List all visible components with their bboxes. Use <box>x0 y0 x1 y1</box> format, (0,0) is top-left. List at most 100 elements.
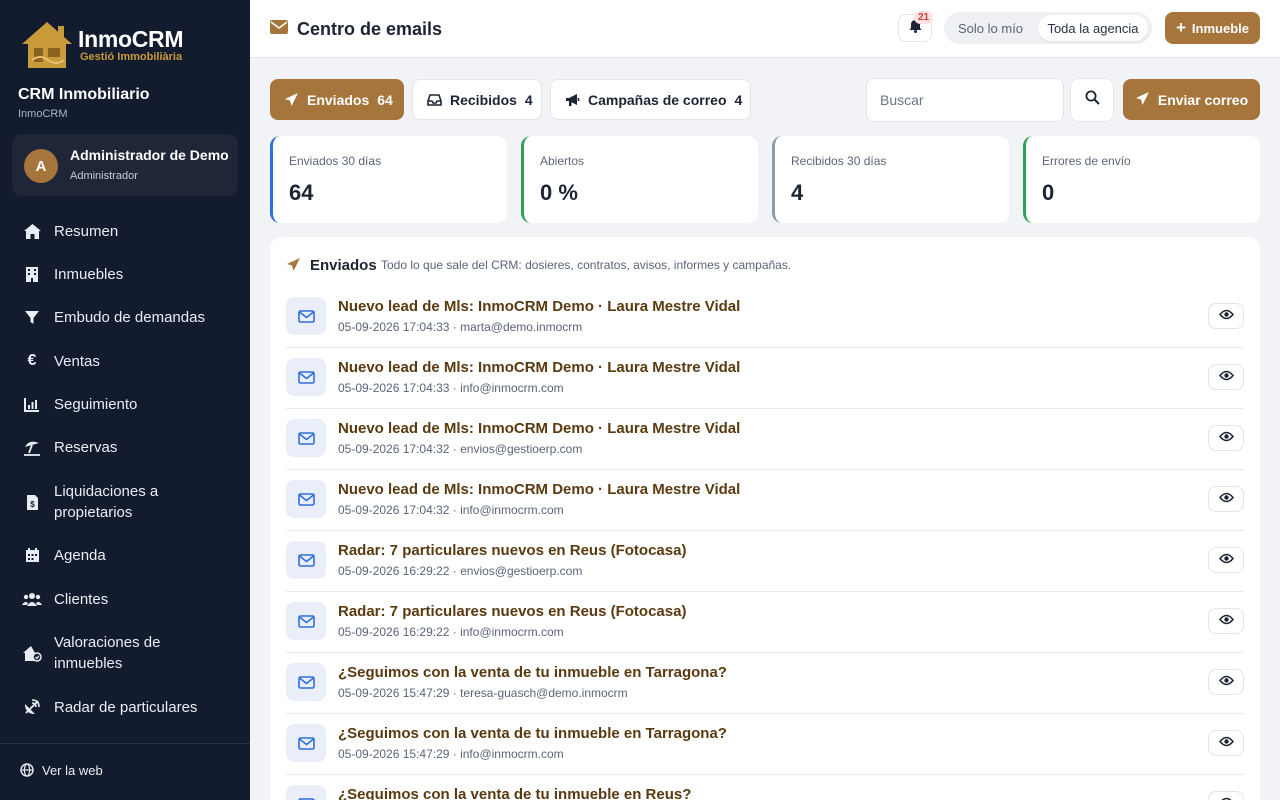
email-subject[interactable]: Radar: 7 particulares nuevos en Reus (Fo… <box>338 542 686 559</box>
sidebar-item-ventas[interactable]: € Ventas <box>0 350 250 372</box>
email-row[interactable]: Nuevo lead de Mls: InmoCRM Demo · Laura … <box>286 470 1244 531</box>
view-email-button[interactable] <box>1208 547 1244 573</box>
crm-subtitle: InmoCRM <box>18 108 68 120</box>
email-subject[interactable]: Nuevo lead de Mls: InmoCRM Demo · Laura … <box>338 420 740 437</box>
tab-label: Enviados <box>307 91 370 108</box>
email-subject[interactable]: ¿Seguimos con la venta de tu inmueble en… <box>338 786 691 800</box>
view-email-button[interactable] <box>1208 425 1244 451</box>
sidebar-item-agenda[interactable]: Agenda <box>0 544 250 566</box>
stat-value: 0 % <box>540 180 578 205</box>
sidebar-item-valoraciones[interactable]: Valoraciones de inmuebles <box>0 631 250 675</box>
sidebar-item-label: Inmuebles <box>54 265 124 283</box>
view-email-button[interactable] <box>1208 791 1244 800</box>
email-subject[interactable]: Radar: 7 particulares nuevos en Reus (Fo… <box>338 603 686 620</box>
user-name: Administrador de Demo <box>70 147 229 163</box>
globe-icon <box>20 763 34 782</box>
view-email-button[interactable] <box>1208 730 1244 756</box>
envelope-icon <box>286 480 326 518</box>
email-row[interactable]: Nuevo lead de Mls: InmoCRM Demo · Laura … <box>286 409 1244 470</box>
view-email-button[interactable] <box>1208 303 1244 329</box>
sidebar-item-label: Ventas <box>54 352 100 370</box>
brand-logo[interactable]: InmoCRM Gestió Immobiliària <box>18 18 184 72</box>
scope-option-agency[interactable]: Toda la agencia <box>1038 15 1148 41</box>
sidebar-item-liquidaciones[interactable]: $ Liquidaciones a propietarios <box>0 480 250 524</box>
invoice-icon: $ <box>22 492 42 512</box>
view-email-button[interactable] <box>1208 364 1244 390</box>
view-email-button[interactable] <box>1208 608 1244 634</box>
email-row[interactable]: Nuevo lead de Mls: InmoCRM Demo · Laura … <box>286 348 1244 409</box>
tab-count: 4 <box>524 91 533 108</box>
search-button[interactable] <box>1070 78 1114 122</box>
scope-toggle: Solo lo mío Toda la agencia <box>944 12 1152 44</box>
brand-tagline: Gestió Immobiliària <box>80 51 183 63</box>
email-row[interactable]: Radar: 7 particulares nuevos en Reus (Fo… <box>286 531 1244 592</box>
tab-campanas[interactable]: Campañas de correo 4 <box>550 79 751 120</box>
eye-icon <box>1218 673 1234 691</box>
stat-value: 4 <box>791 180 804 205</box>
building-icon <box>22 264 42 284</box>
satellite-icon <box>22 697 42 717</box>
email-meta: 05-09-2026 16:29:22 · info@inmocrm.com <box>338 625 564 639</box>
paper-plane-icon <box>286 257 301 277</box>
envelope-icon <box>286 602 326 640</box>
page-title: Centro de emails <box>297 19 443 39</box>
sidebar: InmoCRM Gestió Immobiliària CRM Inmobili… <box>0 0 250 800</box>
envelope-icon <box>286 297 326 335</box>
email-meta: 05-09-2026 17:04:32 · info@inmocrm.com <box>338 503 564 517</box>
view-email-button[interactable] <box>1208 486 1244 512</box>
email-subject[interactable]: ¿Seguimos con la venta de tu inmueble en… <box>338 664 727 681</box>
sidebar-item-radar[interactable]: Radar de particulares <box>0 696 250 718</box>
search-input[interactable] <box>866 78 1064 122</box>
sidebar-item-reservas[interactable]: Reservas <box>0 436 250 458</box>
paper-plane-icon <box>1135 91 1150 109</box>
sidebar-footer-link[interactable]: Ver la web <box>0 743 250 778</box>
umbrella-icon <box>22 437 42 457</box>
email-meta: 05-09-2026 17:04:32 · envios@gestioerp.c… <box>338 442 583 456</box>
house-value-icon <box>22 643 42 663</box>
chart-icon <box>22 394 42 414</box>
sidebar-item-label: Embudo de demandas <box>54 308 205 326</box>
email-row[interactable]: ¿Seguimos con la venta de tu inmueble en… <box>286 653 1244 714</box>
email-subject[interactable]: Nuevo lead de Mls: InmoCRM Demo · Laura … <box>338 481 740 498</box>
email-row[interactable]: ¿Seguimos con la venta de tu inmueble en… <box>286 775 1244 800</box>
plus-icon: + <box>1175 18 1186 37</box>
scope-option-mine[interactable]: Solo lo mío <box>958 21 1023 36</box>
stat-label: Errores de envío <box>1042 154 1131 168</box>
tab-count: 64 <box>377 91 393 108</box>
email-subject[interactable]: Nuevo lead de Mls: InmoCRM Demo · Laura … <box>338 359 740 376</box>
email-row[interactable]: Nuevo lead de Mls: InmoCRM Demo · Laura … <box>286 287 1244 348</box>
eye-icon <box>1218 307 1234 325</box>
sidebar-item-inmuebles[interactable]: Inmuebles <box>0 263 250 285</box>
sidebar-item-clientes[interactable]: Clientes <box>0 588 250 610</box>
envelope-icon <box>270 20 288 39</box>
sidebar-item-embudo[interactable]: Embudo de demandas <box>0 306 250 328</box>
add-inmueble-button[interactable]: + Inmueble <box>1165 12 1260 44</box>
email-subject[interactable]: ¿Seguimos con la venta de tu inmueble en… <box>338 725 727 742</box>
tab-enviados[interactable]: Enviados 64 <box>270 79 404 120</box>
view-email-button[interactable] <box>1208 669 1244 695</box>
stat-label: Recibidos 30 días <box>791 154 887 168</box>
envelope-icon <box>286 785 326 800</box>
email-row[interactable]: ¿Seguimos con la venta de tu inmueble en… <box>286 714 1244 775</box>
user-role: Administrador <box>70 170 138 182</box>
send-email-button[interactable]: Enviar correo <box>1123 79 1260 120</box>
stat-card-sent: Enviados 30 días 64 <box>270 136 507 223</box>
crm-title: CRM Inmobiliario <box>18 86 150 103</box>
email-subject[interactable]: Nuevo lead de Mls: InmoCRM Demo · Laura … <box>338 298 740 315</box>
panel-title: Enviados <box>310 257 377 274</box>
email-row[interactable]: Radar: 7 particulares nuevos en Reus (Fo… <box>286 592 1244 653</box>
envelope-icon <box>286 663 326 701</box>
tab-recibidos[interactable]: Recibidos 4 <box>412 79 542 120</box>
user-card[interactable]: A Administrador de Demo Administrador <box>12 134 238 196</box>
envelope-icon <box>286 541 326 579</box>
envelope-icon <box>286 419 326 457</box>
sidebar-item-seguimiento[interactable]: Seguimiento <box>0 393 250 415</box>
notification-count-badge: 21 <box>914 11 934 24</box>
eye-icon <box>1218 429 1234 447</box>
sidebar-item-resumen[interactable]: Resumen <box>0 220 250 242</box>
eye-icon <box>1218 368 1234 386</box>
sent-emails-panel: Enviados Todo lo que sale del CRM: dosie… <box>270 237 1260 800</box>
svg-text:$: $ <box>30 500 35 509</box>
paper-plane-icon <box>284 92 299 107</box>
brand-name: InmoCRM <box>78 26 184 52</box>
